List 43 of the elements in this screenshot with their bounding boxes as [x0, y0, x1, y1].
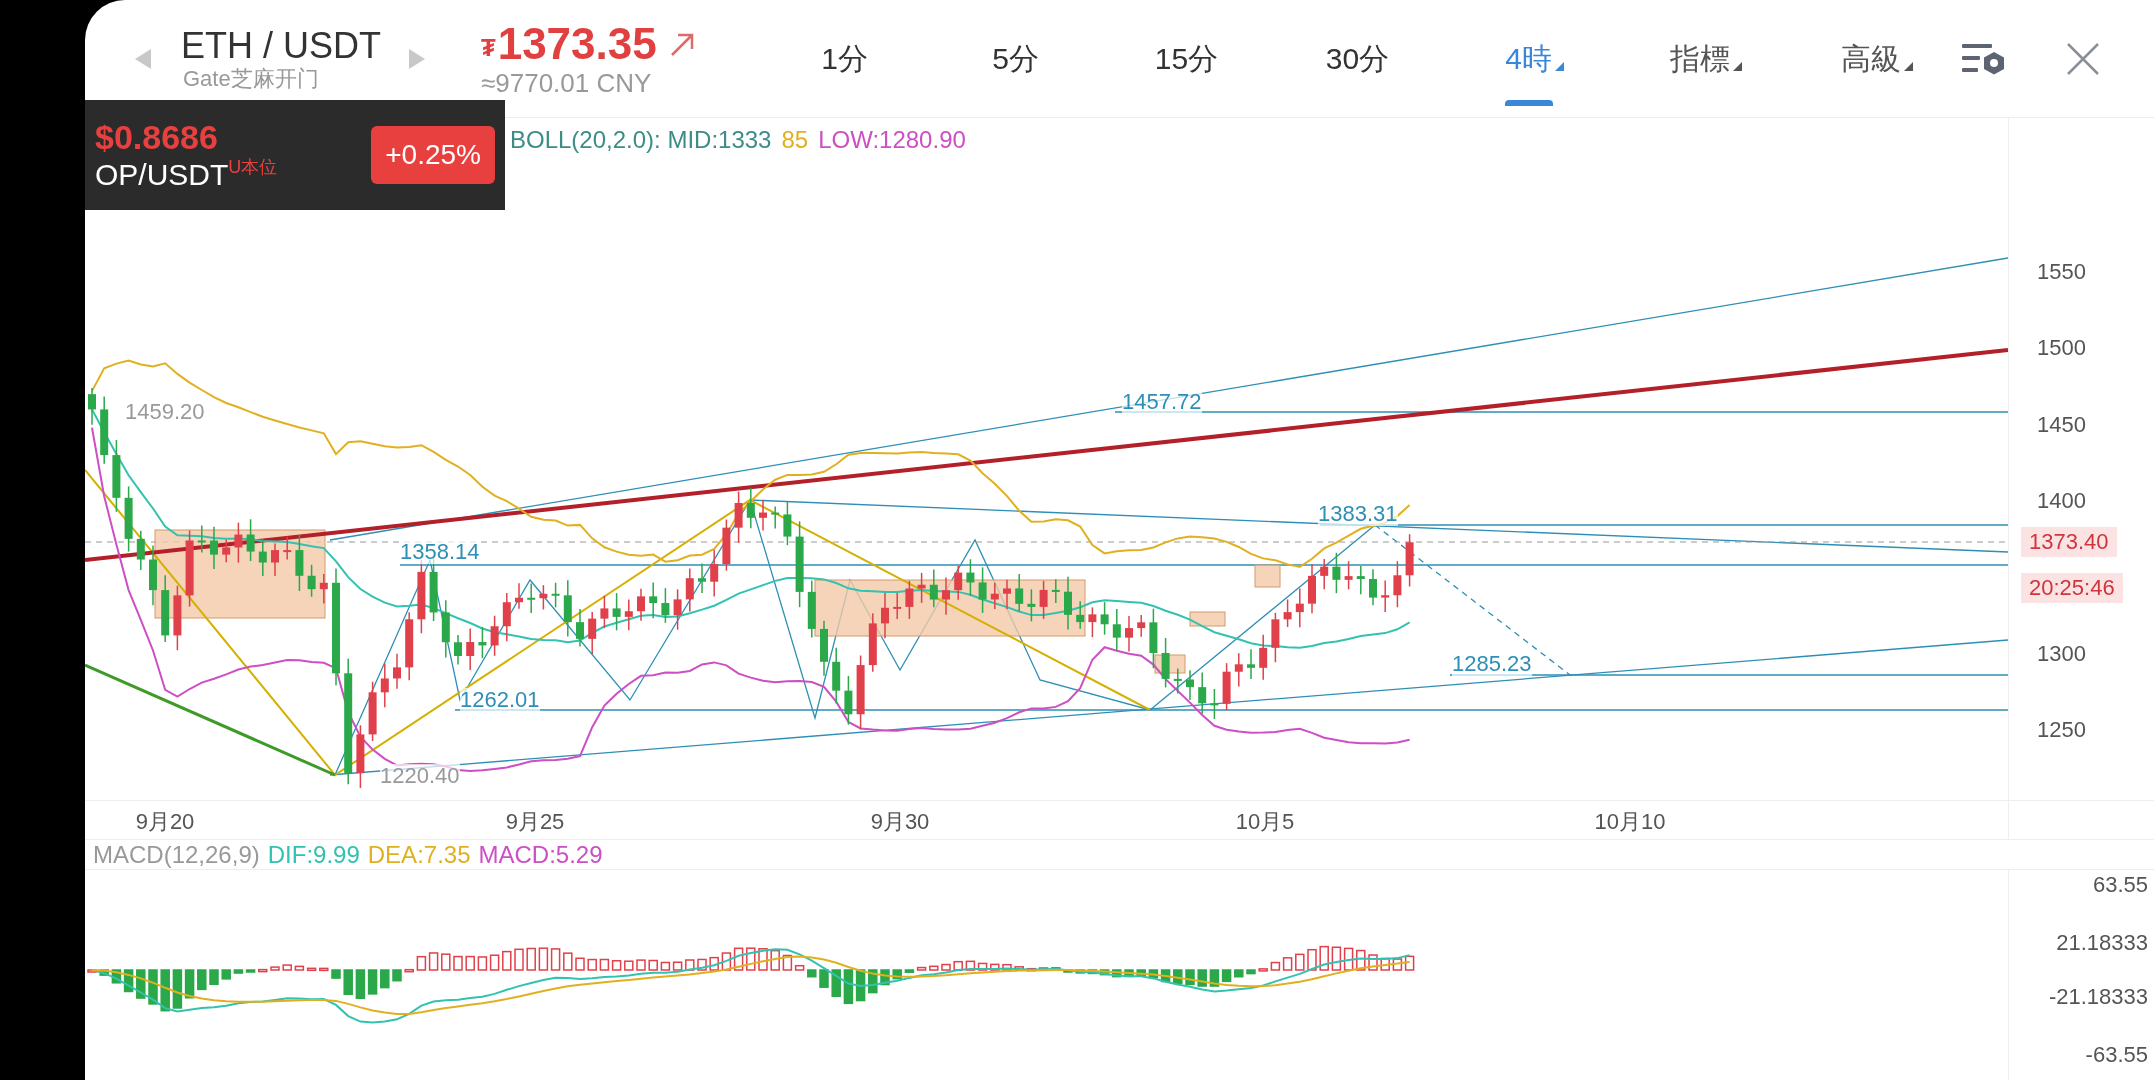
date-axis-label: 9月25 — [505, 808, 565, 836]
ticker-tag: U本位 — [228, 157, 278, 177]
macd-axis-label: 21.18333 — [2056, 931, 2148, 955]
timeframe-tab[interactable]: 15分 — [1101, 0, 1272, 118]
timeframe-tab[interactable]: 4時 — [1443, 0, 1614, 118]
countdown-tag: 20:25:46 — [2021, 573, 2123, 603]
last-price: 1373.35 — [497, 19, 657, 68]
macd-axis-label: -63.55 — [2085, 1043, 2148, 1067]
macd-axis-label: -21.18333 — [2048, 985, 2148, 1009]
timeframe-tab[interactable]: 5分 — [930, 0, 1101, 118]
macd-legend-text: DIF:9.99 — [267, 839, 360, 870]
macd-axis-label: 63.55 — [2092, 873, 2148, 897]
currency-symbol: ₮ — [481, 32, 496, 63]
price-annotation: 1457.72 — [1122, 390, 1202, 414]
pair-title: ETH / USDT — [181, 25, 382, 66]
price-axis-label: 1400 — [2037, 489, 2086, 514]
boll-legend-text: BOLL(20,2.0): MID:1333 — [510, 125, 772, 155]
date-axis-label: 9月30 — [870, 808, 930, 836]
ticker-price: $0.8686 — [95, 117, 219, 157]
macd-legend-text: MACD:5.29 — [478, 839, 603, 870]
converted-price: ≈9770.01 CNY — [481, 67, 653, 98]
price-axis-label: 1550 — [2037, 260, 2086, 284]
timeframe-tab[interactable]: 1分 — [759, 0, 930, 118]
price-axis-label: 1300 — [2037, 641, 2086, 666]
macd-legend-text: DEA:7.35 — [367, 839, 471, 870]
timeframe-tab[interactable]: 高級 — [1785, 0, 1956, 118]
date-axis-label: 10月10 — [1594, 808, 1666, 836]
boll-legend-text: LOW:1280.90 — [818, 125, 966, 155]
exchange-name: Gate芝麻开门 — [183, 65, 320, 92]
date-axis-label: 9月20 — [135, 808, 195, 836]
timeframe-tab[interactable]: 30分 — [1272, 0, 1443, 118]
macd-legend-text: MACD(12,26,9) — [93, 839, 260, 870]
timeframe-tab[interactable]: 指標 — [1614, 0, 1785, 118]
ticker-pair: OP/USDT — [95, 157, 229, 193]
change-badge: +0.25% — [371, 126, 495, 184]
price-axis-label: 1250 — [2037, 718, 2086, 743]
price-axis-label: 1500 — [2037, 336, 2086, 361]
price-axis-label: 1450 — [2037, 412, 2086, 437]
boll-legend-text: 85 — [781, 125, 809, 155]
last-price-tag: 1373.40 — [2021, 527, 2117, 557]
price-annotation: 1262.01 — [460, 688, 540, 712]
date-axis-label: 10月5 — [1235, 808, 1295, 836]
price-annotation: 1358.14 — [400, 540, 480, 564]
